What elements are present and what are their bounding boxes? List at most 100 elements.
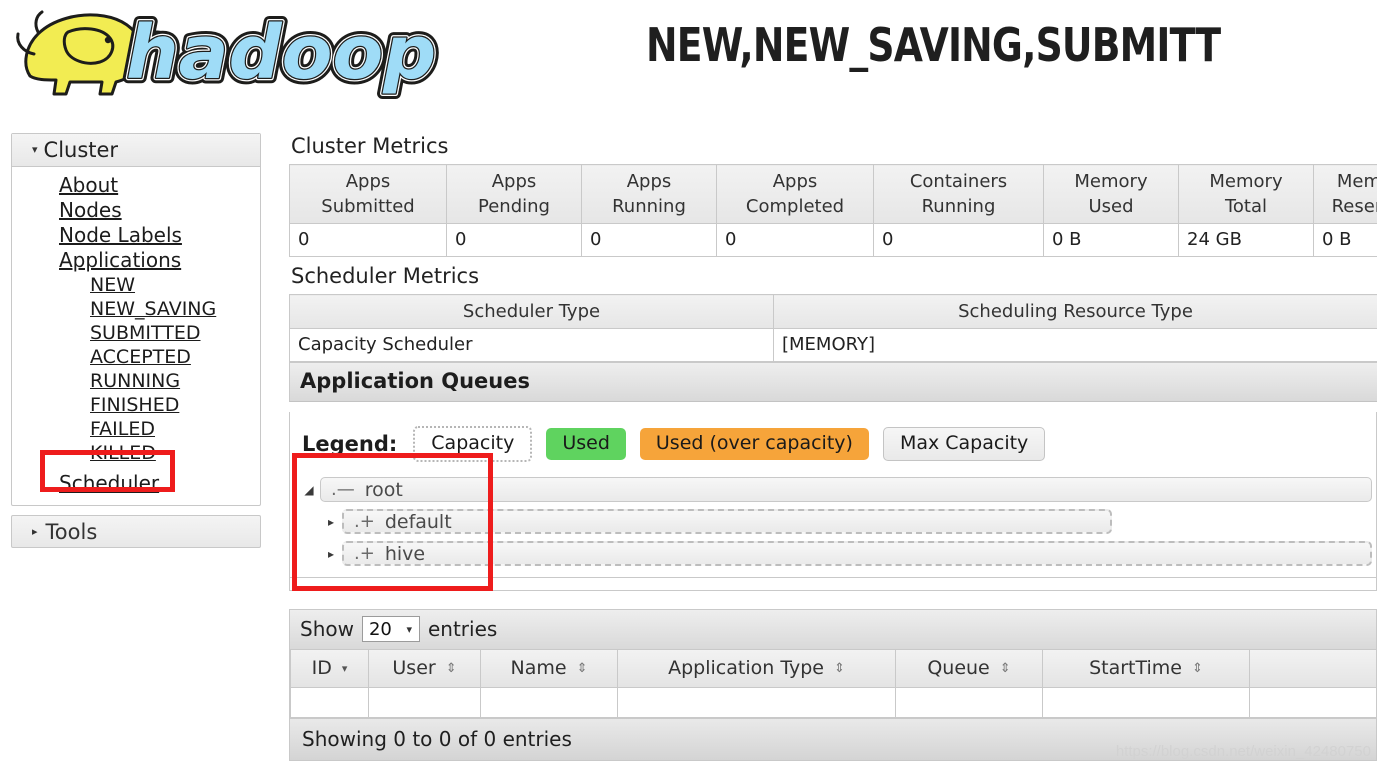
col-line1: Apps [772,171,818,192]
col-line2: Submitted [321,196,415,217]
col-apps-pending[interactable]: Apps Pending [446,164,582,224]
sidebar-tools-header[interactable]: ▸ Tools [11,515,261,548]
sidebar-item-accepted[interactable]: ACCEPTED [12,345,260,369]
col-starttime-label: StartTime [1089,657,1182,679]
sidebar: ▾ Cluster About Nodes Node Labels Applic… [11,133,261,548]
expand-collapse-icon[interactable]: ◢ [298,483,320,497]
col-memory-reserved[interactable]: Memory Reserved [1313,164,1377,224]
cell-apps-running: 0 [581,223,717,257]
legend-chip-max-capacity: Max Capacity [882,427,1046,461]
queue-capacity-bar-hive[interactable]: .+ hive [342,541,1372,566]
queue-tree: ◢ .— root ▸ .+ default ▸ .+ hive [290,470,1376,590]
application-queues-title: Application Queues [289,362,1377,402]
sidebar-item-nodes[interactable]: Nodes [12,198,260,223]
sidebar-cluster-header[interactable]: ▾ Cluster [12,134,260,167]
sidebar-item-finished[interactable]: FINISHED [12,393,260,417]
col-name-label: Name [510,657,567,679]
sort-both-icon: ⇕ [445,660,457,676]
col-user-label: User [392,657,436,679]
cell-empty [895,687,1043,718]
page-size-select[interactable]: 20 ▾ [361,616,420,642]
sort-both-icon: ⇕ [999,660,1011,676]
col-line2: Running [612,196,686,217]
sidebar-item-failed[interactable]: FAILED [12,417,260,441]
col-memory-used[interactable]: Memory Used [1043,164,1179,224]
cell-containers-running: 0 [873,223,1044,257]
col-scheduling-resource-type: Scheduling Resource Type [773,294,1377,329]
queue-legend: Legend: Capacity Used Used (over capacit… [290,420,1376,470]
expand-collapse-icon[interactable]: ▸ [320,515,342,529]
sidebar-item-applications[interactable]: Applications [12,248,260,273]
col-line1: Apps [626,171,672,192]
cell-empty [1042,687,1250,718]
sidebar-item-about[interactable]: About [12,173,260,198]
col-name[interactable]: Name ⇕ [480,650,618,688]
queue-marker-icon: .+ [354,543,375,564]
sidebar-item-scheduler[interactable]: Scheduler [12,471,260,496]
col-application-type-label: Application Type [668,657,824,679]
col-line1: Apps [345,171,391,192]
queue-name-root: root [364,478,403,501]
sidebar-item-submitted[interactable]: SUBMITTED [12,321,260,345]
expand-collapse-icon[interactable]: ▸ [320,547,342,561]
table-header-row: Apps Submitted Apps Pending Apps Running… [289,164,1377,224]
col-memory-total[interactable]: Memory Total [1178,164,1314,224]
legend-chip-over-capacity: Used (over capacity) [639,428,869,460]
col-line2: Pending [478,196,550,217]
cell-apps-pending: 0 [446,223,582,257]
sidebar-item-new[interactable]: NEW [12,273,260,297]
datatable-length-control: Show 20 ▾ entries [290,610,1376,650]
queue-tree-divider [290,577,1376,578]
cluster-metrics-title: Cluster Metrics [291,134,449,158]
queue-row-hive[interactable]: ▸ .+ hive [290,540,1376,567]
col-line2: Completed [745,196,845,217]
col-line2: Used [1088,196,1134,217]
col-id-label: ID [311,657,332,679]
col-apps-running[interactable]: Apps Running [581,164,717,224]
queue-name-default: default [384,510,452,533]
col-apps-submitted[interactable]: Apps Submitted [289,164,447,224]
queue-row-default[interactable]: ▸ .+ default [290,508,1376,535]
hadoop-logo: hadoop hadoop hadoop hadoop [8,2,458,102]
col-id[interactable]: ID ▾ [290,650,369,688]
sidebar-cluster-block: ▾ Cluster About Nodes Node Labels Applic… [11,133,261,506]
col-application-type[interactable]: Application Type ⇕ [617,650,896,688]
col-line1: Memory [1209,171,1283,192]
queue-capacity-bar-default[interactable]: .+ default [342,509,1112,534]
cell-memory-reserved: 0 B [1313,223,1377,257]
queue-name-hive: hive [384,542,426,565]
main-content: Cluster Metrics Apps Submitted Apps Pend… [289,133,1377,761]
application-queues-body: Legend: Capacity Used Used (over capacit… [289,412,1377,591]
table-row: 0 0 0 0 0 0 B 24 GB 0 B [289,223,1377,257]
cell-empty [617,687,896,718]
cluster-metrics-table: Apps Submitted Apps Pending Apps Running… [289,164,1377,257]
sidebar-item-running[interactable]: RUNNING [12,369,260,393]
sidebar-cluster-body: About Nodes Node Labels Applications NEW… [12,167,260,505]
cell-memory-used: 0 B [1043,223,1179,257]
col-next[interactable] [1249,650,1377,688]
queue-marker-icon: .+ [354,511,375,532]
col-scheduler-type: Scheduler Type [289,294,774,329]
applications-table: ID ▾ User ⇕ Name ⇕ Application Type ⇕ Qu… [290,650,1377,718]
cell-apps-submitted: 0 [289,223,447,257]
col-line2: Running [921,196,996,217]
queue-row-root[interactable]: ◢ .— root [290,476,1376,503]
sidebar-item-node-labels[interactable]: Node Labels [12,223,260,248]
sidebar-tools-label: Tools [45,519,98,544]
queue-capacity-bar-root[interactable]: .— root [320,477,1372,502]
cell-apps-completed: 0 [716,223,874,257]
col-apps-completed[interactable]: Apps Completed [716,164,874,224]
chevron-down-icon: ▾ [406,622,412,636]
col-containers-running[interactable]: Containers Running [873,164,1044,224]
col-line2: Reserved [1331,196,1377,217]
col-starttime[interactable]: StartTime ⇕ [1042,650,1250,688]
hadoop-logo-svg: hadoop hadoop hadoop hadoop [16,5,442,102]
sort-both-icon: ⇕ [576,660,588,676]
col-user[interactable]: User ⇕ [368,650,481,688]
hadoop-wordmark: hadoop hadoop hadoop hadoop [121,5,442,102]
sort-both-icon: ⇕ [1192,660,1203,676]
legend-label: Legend: [302,432,398,456]
sidebar-item-new-saving[interactable]: NEW_SAVING [12,297,260,321]
sidebar-item-killed[interactable]: KILLED [12,441,260,465]
col-queue[interactable]: Queue ⇕ [895,650,1043,688]
